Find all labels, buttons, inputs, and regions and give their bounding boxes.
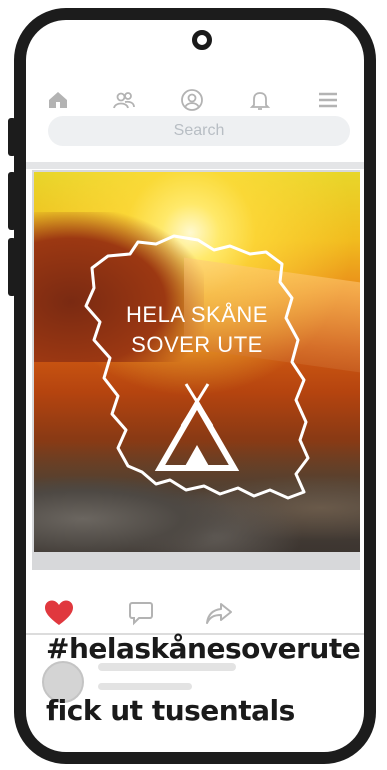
feed-separator [26,162,364,169]
phone-screen: Search HELA SKÅNE SOVER UTE #helaskåneso… [26,20,364,752]
campaign-title-line2: SOVER UTE [131,332,263,357]
friends-icon[interactable] [112,88,136,112]
share-icon[interactable] [204,599,234,627]
post-card: HELA SKÅNE SOVER UTE [32,170,360,570]
bell-icon[interactable] [248,88,272,112]
phone-side-button [8,238,16,296]
profile-icon[interactable] [180,88,204,112]
caption-text: fick ut tusentals [46,694,295,727]
heart-icon[interactable] [44,599,74,627]
skane-map-outline [84,234,310,500]
campaign-title-line1: HELA SKÅNE [126,302,268,327]
menu-icon[interactable] [316,88,340,112]
caption-hashtag: #helaskånesoverute [46,632,361,665]
comment-icon[interactable] [126,599,156,627]
camera-icon [192,30,212,50]
tent-icon [154,383,240,471]
post-actions [26,595,364,631]
phone-side-button [8,172,16,230]
search-input[interactable]: Search [48,116,350,146]
placeholder-subtext [98,683,192,690]
home-icon[interactable] [46,88,70,112]
post-image[interactable]: HELA SKÅNE SOVER UTE [34,172,360,552]
phone-side-button [8,118,16,156]
